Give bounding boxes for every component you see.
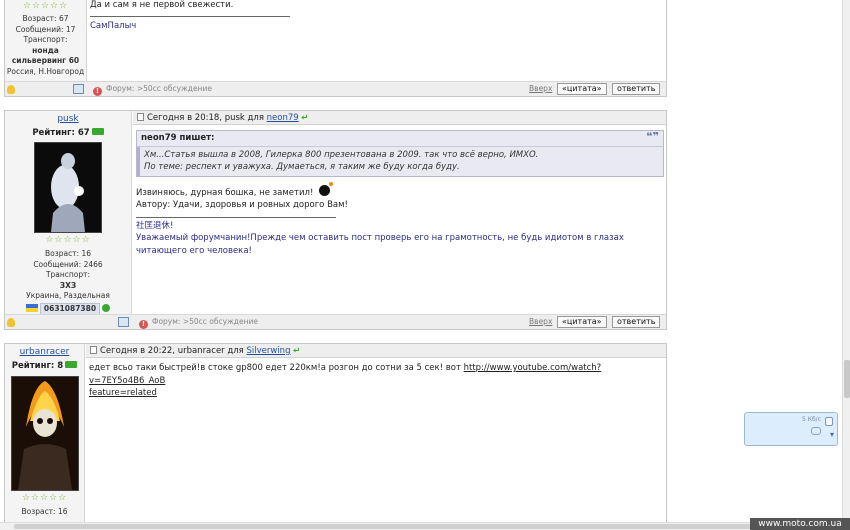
avatar (11, 376, 79, 491)
chat-bubble-icon[interactable] (811, 427, 821, 435)
user-posts-count: Сообщений: 2466 (33, 259, 103, 269)
quote-line: По теме: респект и уважуха. Думаеться, я… (144, 162, 460, 172)
reply-to-user-link[interactable]: neon79 (267, 113, 299, 123)
quote-author: neon79 пишет: (141, 133, 215, 143)
post-body: neon79 пишет: ❝❞ Хм...Статья вышла в 200… (136, 130, 664, 257)
signature-divider (90, 15, 290, 17)
username[interactable]: urbanracer (5, 347, 84, 357)
user-rating: Рейтинг: 8 (5, 361, 84, 371)
online-status-icon (65, 361, 78, 368)
document-icon (137, 113, 144, 121)
user-rating-stars: ☆☆☆☆☆ (45, 235, 91, 245)
post-footer: ! Форум: >50сс обсуждение Вверх «цитата» … (5, 314, 666, 329)
user-age: Возраст: 67 (22, 14, 69, 23)
quote-line: Хм...Статья вышла в 2008, Гилерка 800 пр… (144, 149, 539, 160)
signature-title: 社匡退休! (136, 220, 174, 231)
chat-size-label: 5 Кб/с (801, 416, 821, 423)
post-samPalych: ☆☆☆☆☆ Возраст: 67 Сообщений: 17 Транспор… (4, 0, 667, 97)
post-text: Автору: Удачи, здоровья и ровных дорого … (136, 200, 348, 210)
user-info: Возраст: 16 Сообщений: 2466 Транспорт: З… (5, 249, 131, 315)
profile-icon[interactable] (118, 317, 129, 327)
scroll-top-link[interactable]: Вверх (529, 84, 552, 93)
post-text: Да и сам я не первой свежести. (90, 0, 234, 10)
quote-block: neon79 пишет: ❝❞ Хм...Статья вышла в 200… (136, 130, 664, 177)
report-icon[interactable]: ! (93, 87, 102, 96)
bomb-smiley-icon (319, 181, 334, 196)
post-footer: ! Форум: >50сс обсуждение Вверх «цитата» … (5, 81, 666, 96)
avatar (34, 142, 102, 233)
quote-body: Хм...Статья вышла в 2008, Гилерка 800 пр… (137, 146, 663, 176)
reply-button[interactable]: ответить (612, 316, 661, 328)
quote-header: neon79 пишет: ❝❞ (137, 130, 663, 147)
post-date: Сегодня в 20:22, urbanracer для (100, 346, 244, 356)
post-text: едет всьо таки быстрей!в стоке gp800 еде… (89, 363, 602, 386)
post-author-column: urbanracer Рейтинг: 8 ☆☆☆☆☆ Возраст: 16 (5, 344, 85, 530)
quote-button[interactable]: «цитата» (557, 316, 607, 328)
user-transport-label: Транспорт: (23, 35, 68, 44)
reply-button[interactable]: ответить (612, 83, 661, 95)
lightbulb-icon[interactable] (7, 318, 15, 327)
lightbulb-icon[interactable] (7, 85, 15, 94)
post-text: Извиняюсь, дурная бошка, не заметил! (136, 181, 664, 200)
scrollbar-thumb[interactable] (14, 524, 829, 529)
username[interactable]: pusk (5, 114, 131, 124)
post-date: Сегодня в 20:18, pusk для (147, 113, 264, 123)
online-status-icon (91, 128, 104, 135)
document-icon (90, 346, 97, 354)
user-rating: Рейтинг: 67 (5, 128, 131, 138)
post-body: едет всьо таки быстрей!в стоке gp800 еде… (89, 362, 659, 400)
scroll-top-link[interactable]: Вверх (529, 317, 552, 326)
avatar-image (35, 143, 101, 232)
reply-arrow-icon: ↵ (293, 346, 301, 356)
phone-icon[interactable] (102, 303, 111, 312)
user-age: Возраст: 16 (44, 249, 92, 258)
profile-icon[interactable] (73, 84, 84, 94)
watermark: www.moto.com.ua (750, 518, 850, 530)
user-transport: нонда сильвервинг 60 (11, 45, 80, 66)
youtube-link-continued[interactable]: feature=related (89, 387, 659, 400)
user-rating-stars: ☆☆☆☆☆ (22, 1, 69, 11)
user-info: Возраст: 67 Сообщений: 17 Транспорт: нон… (5, 14, 86, 77)
post-author-column: pusk Рейтинг: 67 ☆☆☆☆☆ Возраст: 16 Сообщ… (5, 111, 132, 329)
report-icon[interactable]: ! (139, 320, 148, 329)
vertical-scrollbar[interactable] (842, 0, 850, 520)
user-posts-count: Сообщений: 17 (15, 24, 76, 34)
signature: СамПалыч (90, 20, 137, 31)
user-rating-stars: ☆☆☆☆☆ (21, 493, 68, 503)
post-header: Сегодня в 20:18, pusk для neon79 ↵ (133, 111, 666, 125)
user-location: Украина, Раздельная (26, 291, 110, 300)
user-info: Возраст: 16 (5, 507, 84, 518)
user-transport: ЗХЗ (59, 280, 77, 290)
horizontal-scrollbar[interactable] (0, 522, 845, 530)
quote-button[interactable]: «цитата» (557, 83, 607, 95)
quote-marks-icon: ❝❞ (646, 130, 659, 143)
scrollbar-thumb[interactable] (844, 360, 850, 398)
chat-user-icon[interactable] (825, 417, 833, 426)
reply-to-user-link[interactable]: Silverwing (247, 346, 291, 356)
post-header: Сегодня в 20:22, urbanracer для Silverwi… (86, 344, 666, 358)
post-urbanracer: urbanracer Рейтинг: 8 ☆☆☆☆☆ Возраст: 16 … (4, 343, 667, 530)
forum-label: ! Форум: >50сс обсуждение (93, 84, 212, 96)
avatar-image (12, 377, 78, 490)
forum-label: ! Форум: >50сс обсуждение (139, 317, 258, 329)
chat-widget[interactable]: 5 Кб/с ▾ (744, 412, 838, 446)
signature-divider (136, 216, 336, 218)
ukraine-flag-icon (25, 303, 38, 312)
reply-arrow-icon: ↵ (301, 113, 309, 123)
post-body: Да и сам я не первой свежести. СамПалыч (90, 0, 660, 32)
chevron-down-icon[interactable]: ▾ (830, 430, 834, 439)
signature: Уважаемый форумчанин!Прежде чем оставить… (136, 233, 624, 256)
user-age: Возраст: 16 (21, 507, 68, 516)
user-transport-label: Транспорт: (45, 270, 91, 279)
post-pusk: pusk Рейтинг: 67 ☆☆☆☆☆ Возраст: 16 Сообщ… (4, 110, 667, 330)
user-location: Россия, Н.Новгород (6, 66, 85, 76)
